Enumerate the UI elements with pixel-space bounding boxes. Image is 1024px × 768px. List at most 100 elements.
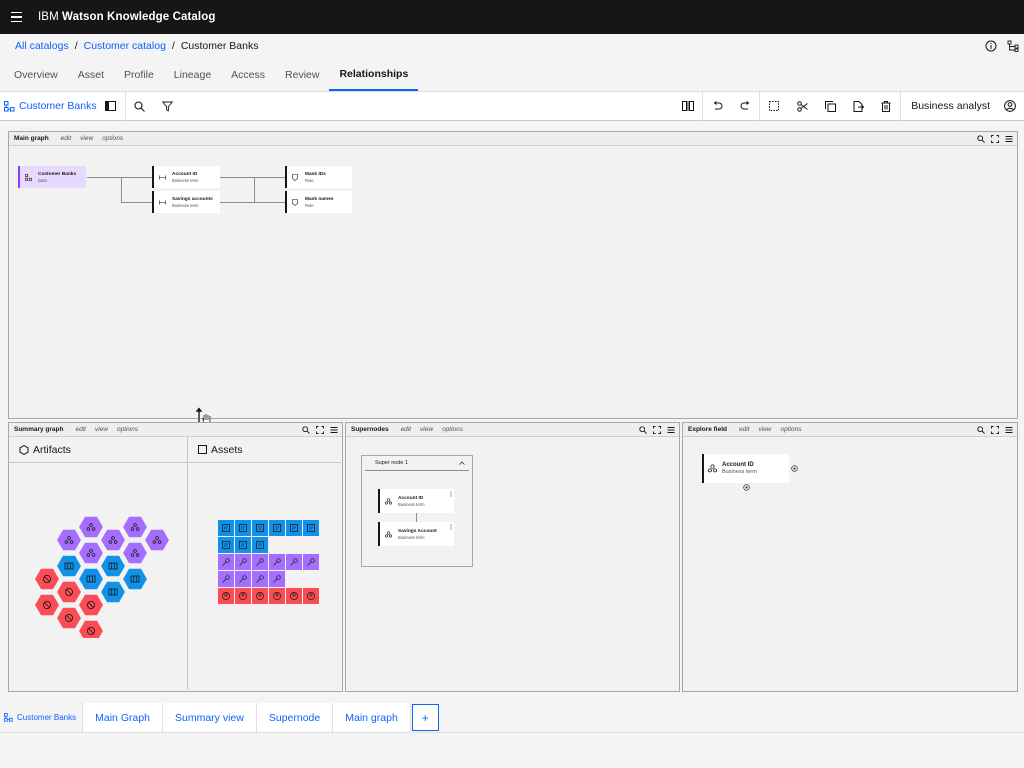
menu-icon[interactable] (2, 0, 30, 34)
filter-icon[interactable] (154, 92, 182, 120)
node-subtitle: Rule (305, 177, 314, 183)
artifact-hex[interactable] (77, 541, 105, 565)
menu-edit[interactable]: edit (61, 135, 71, 142)
artifact-hex[interactable] (121, 567, 149, 591)
tab-access[interactable]: Access (221, 58, 275, 91)
tab-relationships[interactable]: Relationships (329, 58, 419, 91)
menu-view[interactable]: view (80, 135, 93, 142)
paste-icon[interactable] (844, 92, 872, 120)
explore-node-account-id[interactable]: Account ID Business term (702, 454, 789, 483)
tab-review[interactable]: Review (275, 58, 329, 91)
maximize-icon[interactable] (990, 425, 999, 434)
search-icon[interactable] (638, 425, 647, 434)
asset-square[interactable] (303, 520, 319, 536)
artifact-hex[interactable] (55, 528, 83, 552)
trash-icon[interactable] (872, 92, 900, 120)
asset-square[interactable] (269, 520, 285, 536)
supernode-item-savings-account[interactable]: Savings Account Business term (378, 522, 454, 546)
menu-options[interactable]: options (102, 135, 123, 142)
compare-icon[interactable] (674, 92, 702, 120)
artifact-hex[interactable] (77, 619, 105, 638)
maximize-icon[interactable] (315, 425, 324, 434)
maximize-icon[interactable] (990, 134, 999, 143)
menu-edit[interactable]: edit (76, 426, 86, 433)
menu-edit[interactable]: edit (739, 426, 749, 433)
panel-header: Supernodes edit view options (346, 423, 679, 437)
breadcrumb-customer-catalog[interactable]: Customer catalog (84, 40, 166, 52)
asset-square[interactable] (235, 520, 251, 536)
menu-edit[interactable]: edit (401, 426, 411, 433)
breadcrumb-all-catalogs[interactable]: All catalogs (15, 40, 69, 52)
asset-square[interactable] (218, 537, 234, 553)
node-title: Account ID (722, 462, 754, 468)
overflow-menu-icon[interactable] (1004, 425, 1013, 434)
tab-lineage[interactable]: Lineage (164, 58, 221, 91)
asset-square[interactable] (252, 520, 268, 536)
artifact-hex[interactable] (121, 515, 149, 539)
search-icon[interactable] (976, 134, 985, 143)
graph-node-mask-names[interactable]: Mask names Rule (285, 191, 352, 213)
artifact-hex[interactable] (99, 580, 127, 604)
search-icon[interactable] (126, 92, 154, 120)
graph-node-savings-accounts[interactable]: Savings accounts Business term (152, 191, 220, 213)
maximize-icon[interactable] (652, 425, 661, 434)
chevron-up-icon[interactable] (459, 461, 465, 465)
artifact-hex[interactable] (55, 554, 83, 578)
asset-title-button[interactable]: Customer Banks (0, 100, 97, 112)
artifact-hex[interactable] (77, 567, 105, 591)
super-node-container[interactable]: Super node 1 Account ID Business term Sav… (361, 455, 473, 567)
assets-label: Assets (211, 443, 243, 456)
cut-icon[interactable] (788, 92, 816, 120)
menu-options[interactable]: options (442, 426, 463, 433)
view-tab-main-graph[interactable]: Main Graph (83, 703, 163, 732)
hierarchy-icon[interactable] (1006, 39, 1020, 53)
search-icon[interactable] (976, 425, 985, 434)
add-view-button[interactable]: + (411, 704, 439, 731)
asset-square[interactable] (218, 520, 234, 536)
view-tab-main-graph-2[interactable]: Main graph (333, 703, 411, 732)
supernode-item-account-id[interactable]: Account ID Business term (378, 489, 454, 513)
overflow-menu-icon[interactable] (450, 491, 452, 497)
redo-icon[interactable] (731, 92, 759, 120)
overflow-menu-icon[interactable] (450, 524, 452, 530)
search-icon[interactable] (301, 425, 310, 434)
side-panel-icon[interactable] (97, 92, 125, 120)
overflow-menu-icon[interactable] (329, 425, 338, 434)
graph-toolbar: Customer Banks Business analyst (0, 91, 1024, 121)
tab-profile[interactable]: Profile (114, 58, 164, 91)
artifact-hex[interactable] (121, 541, 149, 565)
product-name[interactable]: IBM Watson Knowledge Catalog (38, 11, 215, 23)
menu-view[interactable]: view (420, 426, 433, 433)
artifact-hex[interactable] (143, 528, 171, 552)
view-tab-customer-banks[interactable]: Customer Banks (0, 703, 84, 732)
super-node-header[interactable]: Super node 1 (365, 456, 469, 471)
user-role[interactable]: Business analyst (901, 100, 996, 112)
info-icon[interactable] (984, 39, 998, 53)
asset-square[interactable] (286, 520, 302, 536)
tab-overview[interactable]: Overview (4, 58, 68, 91)
asset-square[interactable] (235, 537, 251, 553)
copy-icon[interactable] (816, 92, 844, 120)
view-tab-summary-view[interactable]: Summary view (163, 703, 257, 732)
graph-node-account-id[interactable]: Account ID Business term (152, 166, 220, 188)
undo-icon[interactable] (703, 92, 731, 120)
user-avatar-icon[interactable] (996, 92, 1024, 120)
graph-node-customer-banks[interactable]: Customer Banks Data (18, 166, 86, 188)
view-tab-supernode[interactable]: Supernode (256, 703, 334, 732)
overflow-menu-icon[interactable] (1004, 134, 1013, 143)
divider (0, 732, 1024, 733)
artifact-hex[interactable] (99, 528, 127, 552)
menu-options[interactable]: options (781, 426, 802, 433)
expand-port-right-icon[interactable] (791, 465, 798, 472)
overflow-menu-icon[interactable] (666, 425, 675, 434)
menu-options[interactable]: options (117, 426, 138, 433)
expand-port-bottom-icon[interactable] (743, 484, 750, 491)
artifact-hex[interactable] (77, 515, 105, 539)
select-icon[interactable] (760, 92, 788, 120)
menu-view[interactable]: view (759, 426, 772, 433)
asset-square[interactable] (252, 537, 268, 553)
tab-asset[interactable]: Asset (68, 58, 114, 91)
menu-view[interactable]: view (95, 426, 108, 433)
artifact-hex[interactable] (99, 554, 127, 578)
graph-node-mask-ids[interactable]: Mask IDs Rule (285, 166, 352, 188)
